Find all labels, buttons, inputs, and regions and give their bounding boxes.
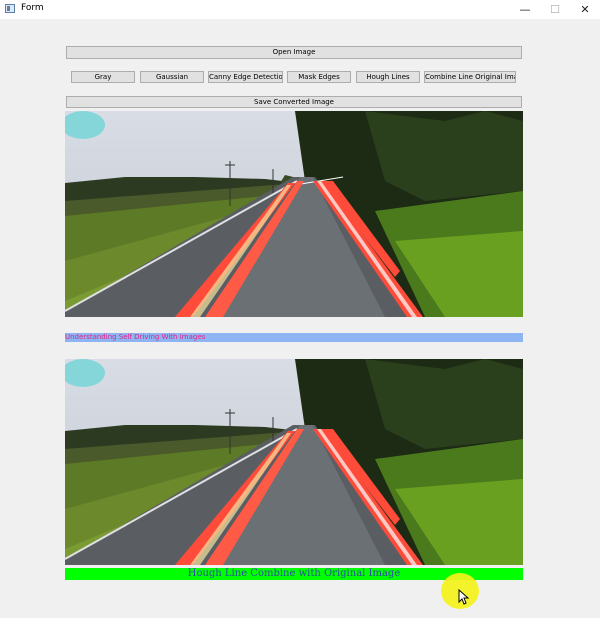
title-bar: Form — ☐ ✕ (0, 0, 600, 19)
hough-lines-button[interactable]: Hough Lines (356, 71, 420, 83)
app-window-icon (5, 4, 15, 13)
road-lane-image (65, 111, 523, 317)
original-combined-image-view (65, 359, 523, 565)
self-driving-caption: Understanding Self Driving With Images (65, 333, 523, 342)
gaussian-button[interactable]: Gaussian (140, 71, 204, 83)
open-image-button[interactable]: Open Image (66, 46, 522, 59)
save-converted-image-button[interactable]: Save Converted Image (66, 96, 522, 108)
window-title: Form (21, 3, 44, 13)
combine-line-original-image-button[interactable]: Combine Line Original Image (424, 71, 516, 83)
gray-button[interactable]: Gray (71, 71, 135, 83)
processed-image-view (65, 111, 523, 317)
road-lane-combined-image (65, 359, 523, 565)
mask-edges-button[interactable]: Mask Edges (287, 71, 351, 83)
close-button[interactable]: ✕ (570, 0, 600, 19)
mouse-pointer-icon (458, 589, 470, 605)
canny-edge-detection-button[interactable]: Canny Edge Detection (208, 71, 283, 83)
maximize-button[interactable]: ☐ (540, 0, 570, 19)
minimize-button[interactable]: — (510, 0, 540, 19)
